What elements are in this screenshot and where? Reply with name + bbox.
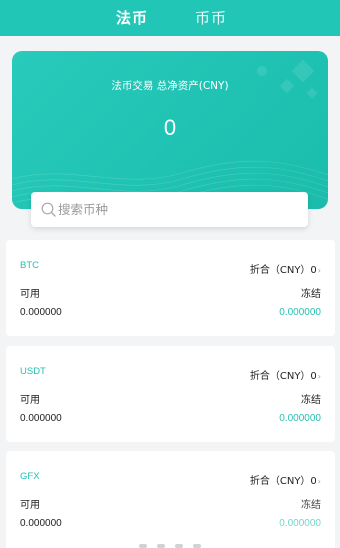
- frozen-label: 冻结: [301, 395, 321, 406]
- top-tab-bar: 法币 币币: [0, 0, 340, 36]
- frozen-value: 0.000000: [279, 413, 321, 424]
- available-label: 可用: [20, 500, 40, 511]
- available-value: 0.000000: [20, 518, 62, 529]
- search-icon: [41, 202, 56, 217]
- total-assets-card: 法币交易 总净资产(CNY) 0: [12, 51, 328, 209]
- chevron-right-icon: ›: [317, 477, 321, 486]
- frozen-value: 0.000000: [279, 518, 321, 529]
- indicator-dot: [139, 544, 147, 548]
- coin-search-box[interactable]: [31, 192, 308, 227]
- coin-card-gfx[interactable]: GFX 折合（CNY）0› 可用 冻结 0.000000 0.000000: [6, 451, 335, 548]
- chevron-right-icon: ›: [317, 372, 321, 381]
- coin-conversion[interactable]: 折合（CNY）0›: [250, 472, 321, 487]
- frozen-label: 冻结: [301, 500, 321, 511]
- available-label: 可用: [20, 395, 40, 406]
- tab-fiat[interactable]: 法币: [116, 7, 148, 28]
- coin-name: BTC: [20, 260, 39, 271]
- indicator-dot: [193, 544, 201, 548]
- chevron-right-icon: ›: [317, 266, 321, 275]
- total-assets-value: 0: [163, 115, 177, 140]
- coin-card-btc[interactable]: BTC 折合（CNY）0› 可用 冻结 0.000000 0.000000: [6, 240, 335, 336]
- search-input[interactable]: [58, 192, 298, 227]
- frozen-value: 0.000000: [279, 307, 321, 318]
- available-value: 0.000000: [20, 413, 62, 424]
- frozen-label: 冻结: [301, 289, 321, 300]
- coin-name: GFX: [20, 471, 40, 482]
- coin-conversion[interactable]: 折合（CNY）0›: [250, 367, 321, 382]
- conversion-text: 折合（CNY）0: [249, 476, 317, 487]
- conversion-text: 折合（CNY）0: [249, 265, 317, 276]
- indicator-dot: [175, 544, 183, 548]
- coin-name: USDT: [20, 366, 46, 377]
- available-label: 可用: [20, 289, 40, 300]
- available-value: 0.000000: [20, 307, 62, 318]
- tab-coin[interactable]: 币币: [195, 7, 227, 28]
- coin-conversion[interactable]: 折合（CNY）0›: [250, 261, 321, 276]
- coin-card-usdt[interactable]: USDT 折合（CNY）0› 可用 冻结 0.000000 0.000000: [6, 346, 335, 442]
- conversion-text: 折合（CNY）0: [249, 371, 317, 382]
- indicator-dot: [157, 544, 165, 548]
- total-assets-title: 法币交易 总净资产(CNY): [111, 80, 229, 92]
- bottom-indicator: [120, 544, 220, 548]
